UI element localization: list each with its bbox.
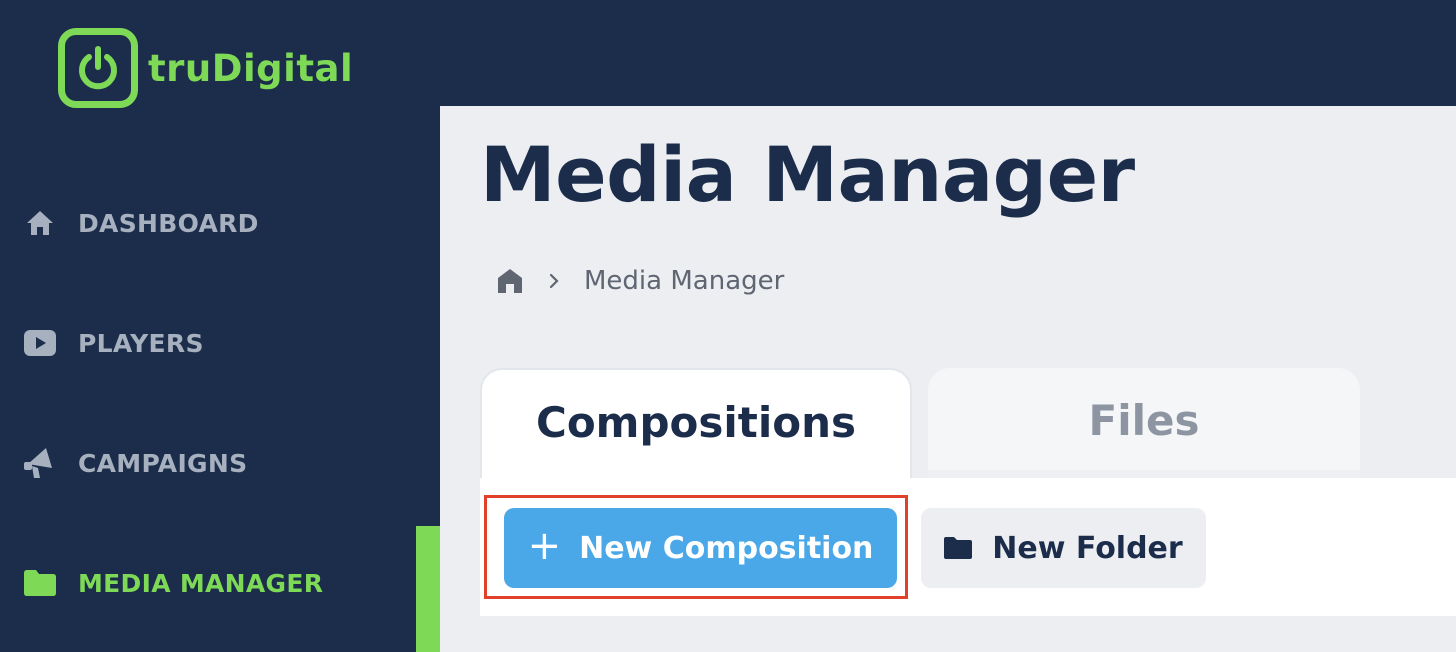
sidebar-item-media-manager[interactable]: MEDIA MANAGER [24, 567, 323, 599]
brand-name: truDigital [148, 46, 354, 90]
page-title: Media Manager [480, 130, 1135, 219]
active-indicator [416, 526, 440, 652]
sidebar-item-label: DASHBOARD [78, 208, 259, 238]
sidebar-item-players[interactable]: PLAYERS [24, 327, 204, 359]
sidebar-item-label: CAMPAIGNS [78, 448, 248, 478]
tab-files[interactable]: Files [928, 368, 1360, 478]
tab-label: Files [1088, 396, 1200, 445]
brand-logo[interactable]: truDigital [58, 27, 353, 109]
sidebar-item-dashboard[interactable]: DASHBOARD [24, 207, 259, 239]
new-composition-button[interactable]: + New Composition [504, 508, 897, 588]
play-icon [24, 327, 56, 359]
home-icon[interactable] [496, 266, 526, 296]
folder-icon [944, 536, 973, 560]
breadcrumb-current: Media Manager [584, 266, 785, 296]
folder-icon [24, 567, 56, 599]
new-composition-label: New Composition [579, 530, 874, 566]
sidebar-item-label: MEDIA MANAGER [78, 568, 324, 598]
sidebar: truDigital DASHBOARD PLAYERS CAMPAIGNS M… [0, 0, 440, 652]
home-icon [24, 207, 56, 239]
megaphone-icon [24, 447, 56, 479]
sidebar-item-campaigns[interactable]: CAMPAIGNS [24, 447, 247, 479]
new-folder-label: New Folder [992, 530, 1183, 566]
tab-label: Compositions [536, 398, 856, 447]
sidebar-item-label: PLAYERS [78, 328, 204, 358]
plus-icon: + [527, 523, 562, 569]
new-folder-button[interactable]: New Folder [921, 508, 1206, 588]
breadcrumb: Media Manager [496, 266, 784, 296]
power-icon [58, 28, 138, 108]
tab-compositions[interactable]: Compositions [480, 368, 912, 484]
chevron-right-icon [548, 272, 564, 290]
